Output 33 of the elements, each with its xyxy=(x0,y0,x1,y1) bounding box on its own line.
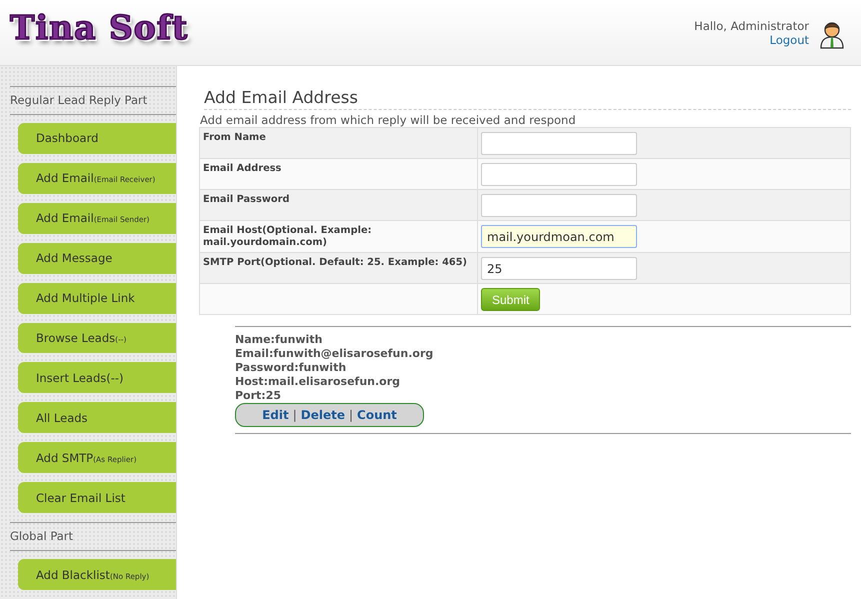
record-detail-text: Email:funwith@elisarosefun.org xyxy=(235,347,434,361)
sidebar-menu-item[interactable]: Add Multiple Link xyxy=(18,282,176,314)
field-label: From Name xyxy=(203,131,267,144)
input-field[interactable] xyxy=(481,194,637,217)
input-field[interactable]: 25 xyxy=(481,257,637,280)
action-link[interactable]: Count xyxy=(357,408,397,422)
sidebar-menu-item[interactable]: Dashboard xyxy=(18,123,176,154)
record-detail-text: Host:mail.elisarosefun.org xyxy=(235,375,402,389)
sidebar-section-title: Regular Lead Reply Part xyxy=(10,86,176,115)
page-title: Add Email Address xyxy=(204,88,851,110)
separator-text: | xyxy=(349,408,354,422)
logout-link[interactable]: Logout xyxy=(770,33,809,47)
sidebar-section-title: Global Part xyxy=(10,522,176,552)
input-field[interactable] xyxy=(481,132,637,155)
field-label: Email Host(Optional. Example: mail.yourdomain.com) xyxy=(203,224,373,249)
sidebar-menu-item[interactable]: All Leads xyxy=(18,402,176,434)
sidebar-menu-item[interactable]: Clear Email List xyxy=(18,482,176,514)
field-label: Email Address xyxy=(203,162,282,175)
record-detail-text: Port:25 xyxy=(235,389,282,403)
form-description: Add email address from which reply will be received and respond xyxy=(200,113,577,127)
field-label: SMTP Port(Optional. Default: 25. Example: 465) xyxy=(203,256,468,269)
record-detail-text: Password:funwith xyxy=(235,361,348,375)
sidebar-menu-item[interactable]: Add Message xyxy=(18,242,176,274)
logo: Tina Soft xyxy=(10,8,188,47)
field-label: Email Password xyxy=(203,193,290,206)
input-field[interactable]: mail.yourdmoan.com xyxy=(481,225,637,248)
separator-text: | xyxy=(292,408,297,422)
record-detail-text: Name:funwith xyxy=(235,333,324,347)
input-field[interactable] xyxy=(481,163,637,186)
action-link[interactable]: Edit xyxy=(262,408,289,422)
action-link[interactable]: Delete xyxy=(300,408,345,422)
sidebar-menu-item[interactable]: Insert Leads(--) xyxy=(18,362,176,394)
greeting-text: Hallo, Administrator xyxy=(694,19,809,33)
